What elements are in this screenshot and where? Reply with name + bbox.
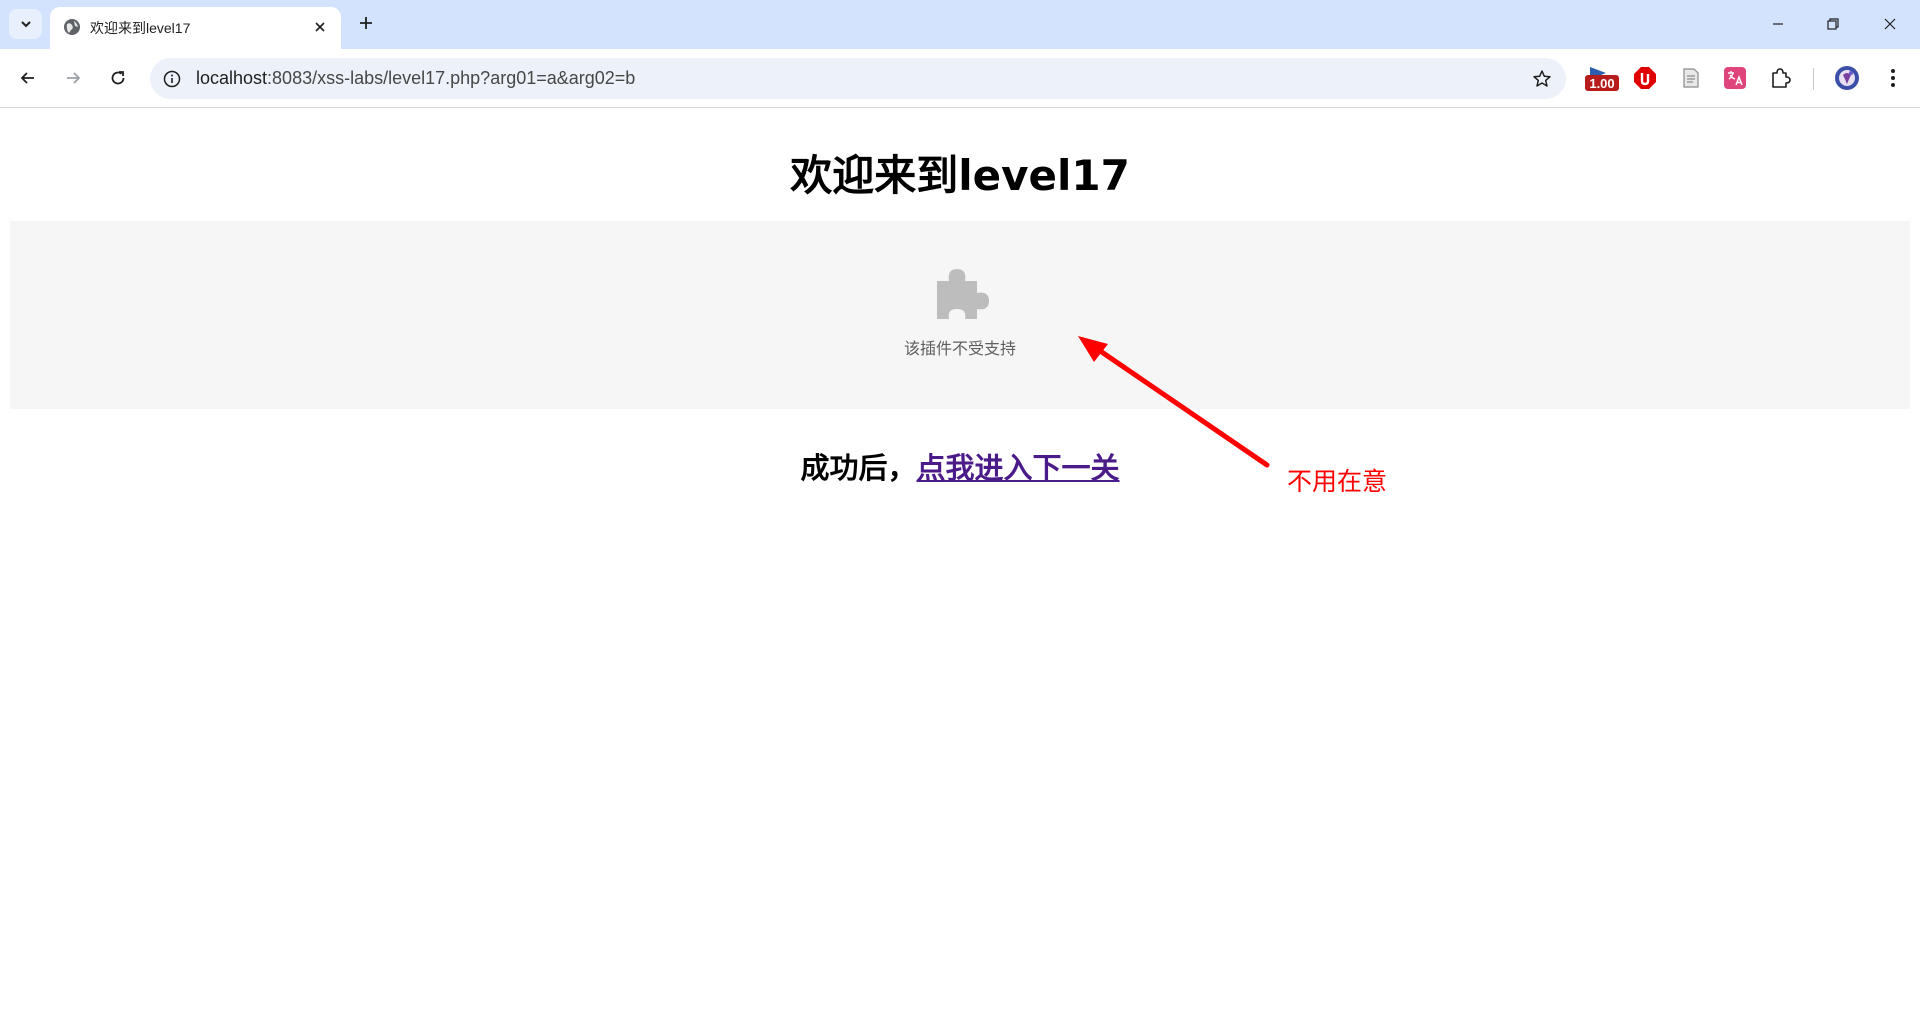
url-text[interactable]: localhost:8083/xss-labs/level17.php?arg0…: [196, 68, 635, 89]
puzzle-icon: [1772, 68, 1791, 88]
new-tab-button[interactable]: [354, 11, 378, 35]
translate-extension-button[interactable]: [1720, 63, 1750, 93]
arrow-right-icon: [67, 72, 81, 84]
url-path: :8083/xss-labs/level17.php?arg01=a&arg02…: [267, 68, 636, 88]
extensions-menu-button[interactable]: [1765, 63, 1795, 93]
avatar: [1835, 66, 1859, 90]
next-level-link[interactable]: 点我进入下一关: [917, 451, 1120, 485]
speed-extension-button[interactable]: 1.00: [1584, 63, 1620, 93]
document-extension-button[interactable]: [1676, 63, 1706, 93]
tab-title: 欢迎来到level17: [90, 20, 191, 36]
page-title: 欢迎来到level17: [790, 151, 1130, 200]
forward-button[interactable]: [58, 63, 88, 93]
close-window-button[interactable]: [1867, 8, 1913, 40]
unsupported-plugin-placeholder: 该插件不受支持: [10, 221, 1910, 409]
url-host: localhost: [196, 68, 268, 88]
plus-icon: [360, 17, 372, 29]
active-tab[interactable]: 欢迎来到level17: [50, 7, 341, 49]
document-icon: [1683, 68, 1699, 88]
info-icon: [163, 70, 181, 88]
tab-search-button[interactable]: [9, 9, 42, 39]
reload-button[interactable]: [103, 63, 133, 93]
chevron-down-icon: [20, 21, 31, 28]
close-icon: [315, 22, 325, 32]
close-icon: [1884, 18, 1896, 30]
next-level-prefix: 成功后，: [800, 451, 917, 485]
tab-close-button[interactable]: [309, 16, 331, 38]
tab-strip: 欢迎来到level17: [0, 0, 1920, 49]
site-info-button[interactable]: [160, 67, 184, 91]
minimize-icon: [1773, 23, 1783, 25]
profile-button[interactable]: [1832, 63, 1862, 93]
star-icon: [1533, 70, 1551, 87]
restore-button[interactable]: [1810, 8, 1856, 40]
video-speed-icon: 1.00: [1585, 67, 1619, 91]
translate-icon: [1724, 67, 1746, 89]
puzzle-icon: [937, 269, 989, 319]
plugin-unsupported-text: 该插件不受支持: [903, 339, 1016, 358]
page-content: 欢迎来到level17 该插件不受支持 成功后，点我进入下一关 不用在意: [0, 108, 1920, 1030]
reload-icon: [111, 71, 125, 85]
bookmark-button[interactable]: [1530, 67, 1554, 91]
restore-icon: [1827, 18, 1839, 30]
more-vertical-icon: [1891, 69, 1895, 87]
minimize-button[interactable]: [1755, 8, 1801, 40]
address-bar[interactable]: localhost:8083/xss-labs/level17.php?arg0…: [150, 58, 1566, 99]
globe-icon: [64, 19, 80, 35]
next-level-line: 成功后，点我进入下一关: [0, 445, 1920, 487]
toolbar-divider: [1813, 68, 1814, 90]
browser-toolbar: localhost:8083/xss-labs/level17.php?arg0…: [0, 49, 1920, 108]
speed-badge-text: 1.00: [1589, 76, 1614, 91]
stop-hand-icon: [1634, 67, 1656, 89]
browser-menu-button[interactable]: [1878, 63, 1908, 93]
adblock-extension-button[interactable]: [1630, 63, 1660, 93]
arrow-left-icon: [20, 72, 34, 84]
back-button[interactable]: [13, 63, 43, 93]
annotation-text: 不用在意: [1287, 467, 1388, 496]
